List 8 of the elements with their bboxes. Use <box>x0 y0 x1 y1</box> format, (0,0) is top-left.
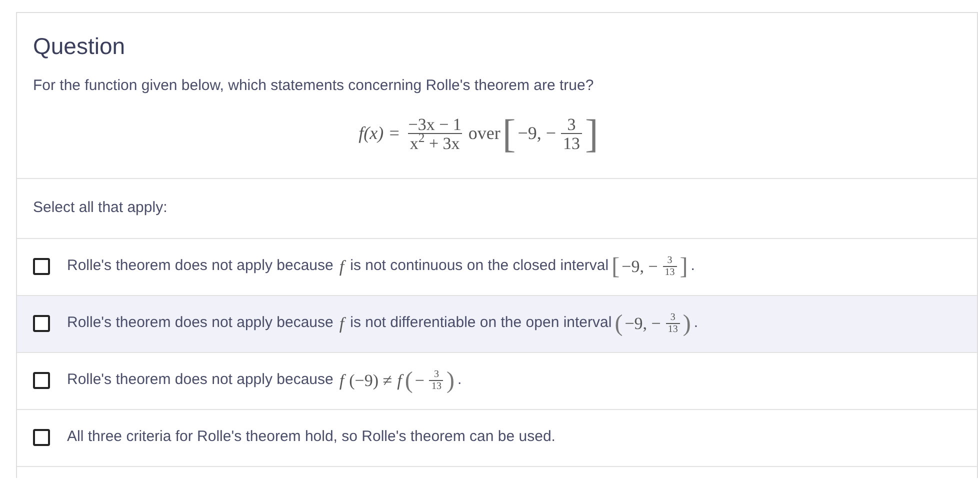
instruction-text: Select all that apply: <box>33 198 168 218</box>
checkbox[interactable] <box>33 258 50 275</box>
option-text: All three criteria for Rolle's theorem hold, so Rolle's theorem can be used. <box>66 427 556 448</box>
question-prompt: For the function given below, which statements concerning Rolle's theorem are true? <box>33 76 595 96</box>
checkbox[interactable] <box>33 372 50 389</box>
question-title: Question <box>33 32 126 61</box>
checkbox[interactable] <box>33 315 50 332</box>
checkbox[interactable] <box>33 429 50 446</box>
